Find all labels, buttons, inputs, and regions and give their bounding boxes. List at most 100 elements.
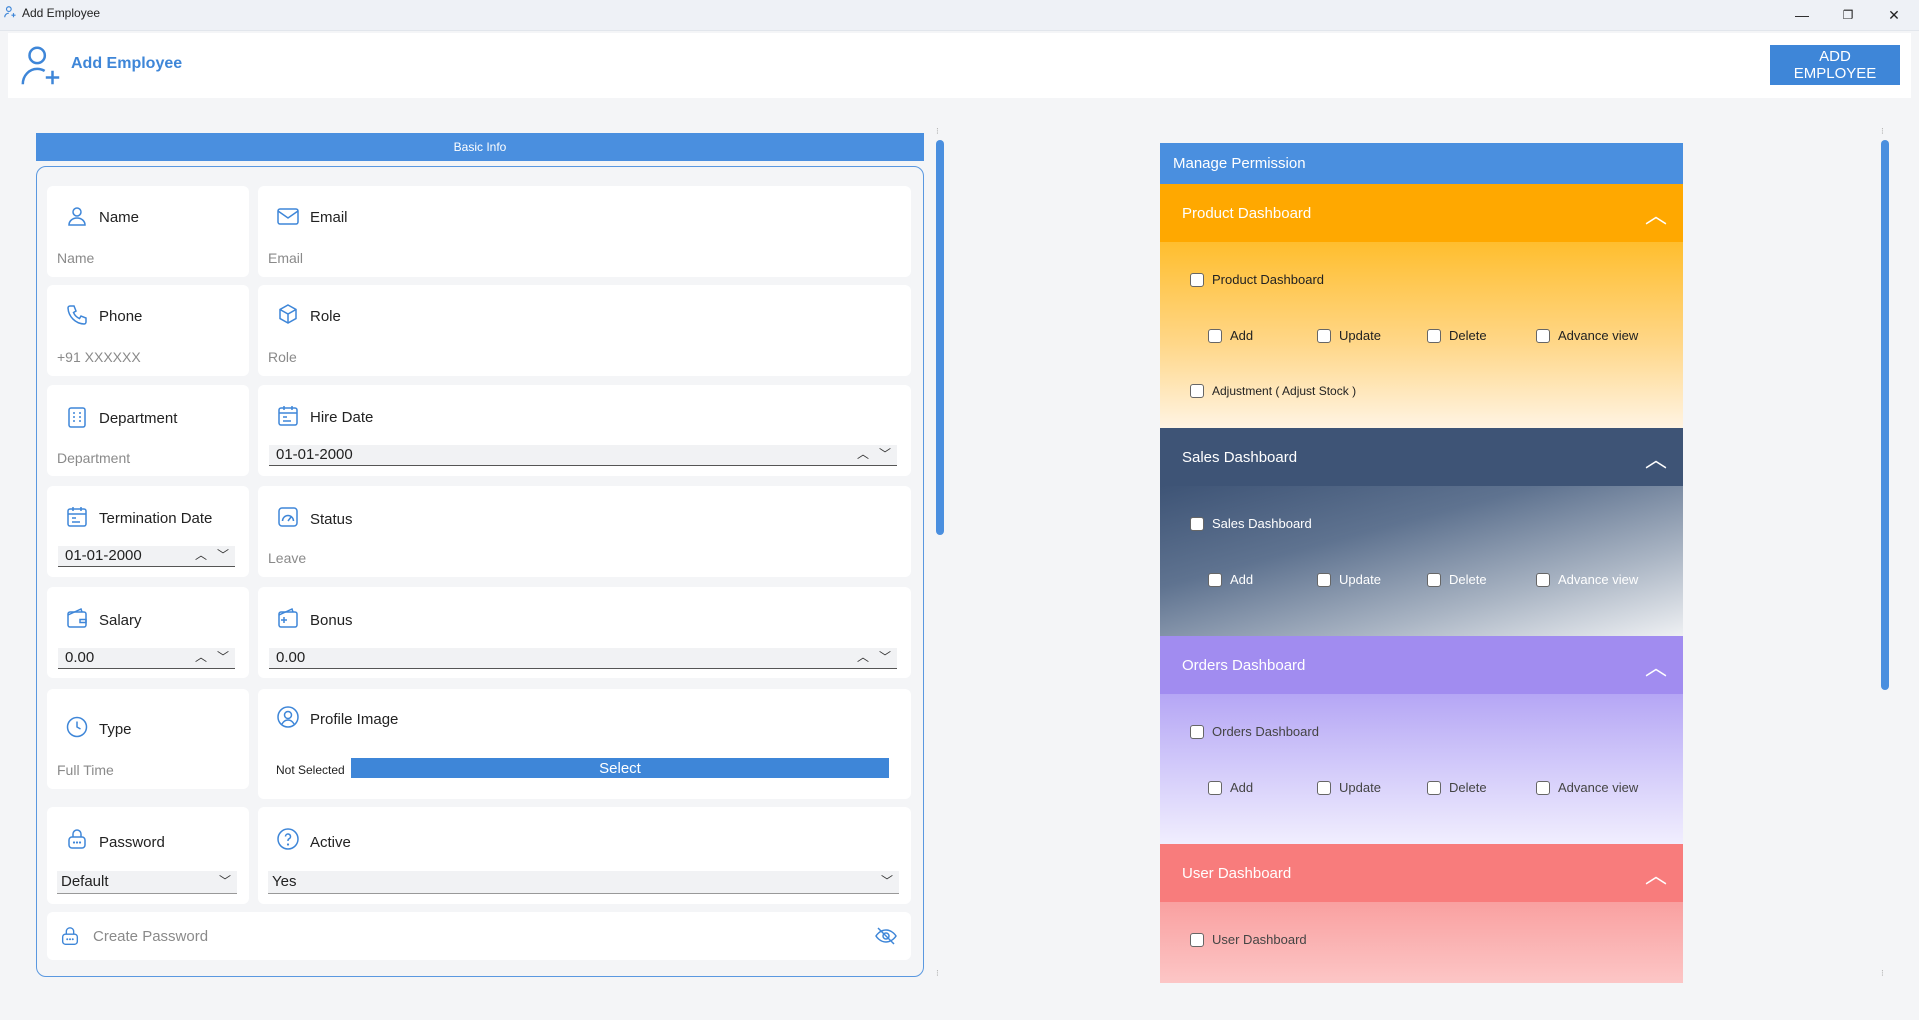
chevron-up-icon[interactable]: ︿ xyxy=(1645,198,1667,230)
role-input[interactable]: Role xyxy=(268,349,297,365)
product-dashboard-header[interactable]: Product Dashboard ︿ xyxy=(1160,184,1683,242)
increment-icon[interactable]: ︿ xyxy=(857,648,869,665)
orders-delete-checkbox[interactable]: Delete xyxy=(1427,780,1487,795)
checkbox-box[interactable] xyxy=(1208,572,1222,587)
termination-date-picker[interactable]: 01-01-2000 ︿ ﹀ xyxy=(58,546,235,567)
email-input[interactable]: Email xyxy=(268,250,303,266)
question-icon xyxy=(277,828,299,850)
checkbox-box[interactable] xyxy=(1190,272,1204,287)
type-input[interactable]: Full Time xyxy=(57,762,114,778)
manage-permission-title: Manage Permission xyxy=(1173,155,1306,172)
product-add-checkbox[interactable]: Add xyxy=(1208,328,1253,343)
checkbox-box[interactable] xyxy=(1317,780,1331,795)
checkbox-box[interactable] xyxy=(1536,328,1550,343)
checkbox-label: Update xyxy=(1339,780,1381,795)
select-image-button[interactable]: Select xyxy=(351,758,889,778)
bonus-value: 0.00 xyxy=(276,649,306,666)
scroll-down-grip[interactable]: ⁝ xyxy=(936,968,939,979)
checkbox-box[interactable] xyxy=(1208,780,1222,795)
checkbox-label: Update xyxy=(1339,328,1381,343)
sales-add-checkbox[interactable]: Add xyxy=(1208,572,1253,587)
checkbox-box[interactable] xyxy=(1427,780,1441,795)
profile-image-status: Not Selected xyxy=(276,763,345,777)
form-scrollbar[interactable] xyxy=(936,140,944,535)
sales-dashboard-header[interactable]: Sales Dashboard ︿ xyxy=(1160,428,1683,486)
create-password-input[interactable]: Create Password xyxy=(93,928,208,945)
hire-date-picker[interactable]: 01-01-2000 ︿ ﹀ xyxy=(269,445,897,466)
person-icon xyxy=(68,207,86,226)
name-input[interactable]: Name xyxy=(57,250,94,266)
profile-image-card: Profile Image Not Selected Select xyxy=(258,689,911,799)
checkbox-box[interactable] xyxy=(1427,328,1441,343)
decrement-icon[interactable]: ﹀ xyxy=(217,648,229,665)
status-input[interactable]: Leave xyxy=(268,550,306,566)
product-advance-view-checkbox[interactable]: Advance view xyxy=(1536,328,1638,343)
permission-scrollbar[interactable] xyxy=(1881,140,1889,690)
department-input[interactable]: Department xyxy=(57,450,130,466)
sales-delete-checkbox[interactable]: Delete xyxy=(1427,572,1487,587)
decrement-icon[interactable]: ﹀ xyxy=(879,445,891,462)
orders-dashboard-body: Orders Dashboard Add Update Delete Advan… xyxy=(1160,694,1683,844)
chevron-up-icon[interactable]: ︿ xyxy=(1645,442,1667,474)
product-adjustment-checkbox[interactable]: Adjustment ( Adjust Stock ) xyxy=(1190,384,1356,398)
phone-input[interactable]: +91 XXXXXX xyxy=(57,349,141,365)
chevron-up-icon[interactable]: ︿ xyxy=(1645,858,1667,890)
active-select[interactable]: Yes ﹀ xyxy=(268,871,899,894)
bonus-input[interactable]: 0.00 ︿ ﹀ xyxy=(269,648,897,669)
checkbox-box[interactable] xyxy=(1190,932,1204,947)
product-update-checkbox[interactable]: Update xyxy=(1317,328,1381,343)
checkbox-box[interactable] xyxy=(1208,328,1222,343)
checkbox-box[interactable] xyxy=(1190,384,1204,398)
sales-update-checkbox[interactable]: Update xyxy=(1317,572,1381,587)
sales-dashboard-checkbox[interactable]: Sales Dashboard xyxy=(1190,516,1312,531)
create-password-card: Create Password xyxy=(47,912,911,960)
checkbox-label: Sales Dashboard xyxy=(1212,516,1312,531)
orders-dashboard-header[interactable]: Orders Dashboard ︿ xyxy=(1160,636,1683,694)
checkbox-label: Update xyxy=(1339,572,1381,587)
basic-info-header: Basic Info xyxy=(36,133,924,161)
product-dashboard-checkbox[interactable]: Product Dashboard xyxy=(1190,272,1324,287)
scroll-up-grip[interactable]: ⁝ xyxy=(936,126,939,137)
salary-input[interactable]: 0.00 ︿ ﹀ xyxy=(58,648,235,669)
orders-update-checkbox[interactable]: Update xyxy=(1317,780,1381,795)
user-dashboard-header[interactable]: User Dashboard ︿ xyxy=(1160,844,1683,902)
maximize-button[interactable]: ❐ xyxy=(1825,0,1871,30)
password-select[interactable]: Default ﹀ xyxy=(57,871,237,894)
product-delete-checkbox[interactable]: Delete xyxy=(1427,328,1487,343)
checkbox-label: Delete xyxy=(1449,328,1487,343)
checkbox-box[interactable] xyxy=(1317,572,1331,587)
password-label: Password xyxy=(99,834,165,851)
minimize-button[interactable]: — xyxy=(1779,0,1825,30)
user-dashboard-checkbox[interactable]: User Dashboard xyxy=(1190,932,1307,947)
close-button[interactable]: ✕ xyxy=(1871,0,1917,30)
termination-date-value: 01-01-2000 xyxy=(65,547,142,564)
orders-dashboard-checkbox[interactable]: Orders Dashboard xyxy=(1190,724,1319,739)
add-employee-button[interactable]: ADD EMPLOYEE xyxy=(1770,45,1900,85)
sales-advance-view-checkbox[interactable]: Advance view xyxy=(1536,572,1638,587)
decrement-icon[interactable]: ﹀ xyxy=(217,546,229,563)
phone-label: Phone xyxy=(99,308,143,325)
increment-icon[interactable]: ︿ xyxy=(195,648,207,665)
scroll-up-grip[interactable]: ⁝ xyxy=(1881,126,1884,137)
status-card: Status Leave xyxy=(258,486,911,577)
scroll-down-grip[interactable]: ⁝ xyxy=(1881,968,1884,979)
orders-add-checkbox[interactable]: Add xyxy=(1208,780,1253,795)
email-card: Email Email xyxy=(258,186,911,277)
checkbox-box[interactable] xyxy=(1536,780,1550,795)
checkbox-label: Delete xyxy=(1449,780,1487,795)
decrement-icon[interactable]: ﹀ xyxy=(879,648,891,665)
chevron-up-icon[interactable]: ︿ xyxy=(1645,650,1667,682)
checkbox-box[interactable] xyxy=(1536,572,1550,587)
sales-dashboard-body: Sales Dashboard Add Update Delete Advanc… xyxy=(1160,486,1683,636)
checkbox-box[interactable] xyxy=(1190,724,1204,739)
eye-off-icon[interactable] xyxy=(873,924,899,948)
checkbox-box[interactable] xyxy=(1317,328,1331,343)
checkbox-box[interactable] xyxy=(1190,516,1204,531)
increment-icon[interactable]: ︿ xyxy=(857,445,869,462)
wallet-icon xyxy=(67,607,87,628)
department-label: Department xyxy=(99,410,178,427)
orders-advance-view-checkbox[interactable]: Advance view xyxy=(1536,780,1638,795)
increment-icon[interactable]: ︿ xyxy=(195,546,207,563)
checkbox-box[interactable] xyxy=(1427,572,1441,587)
salary-value: 0.00 xyxy=(65,649,95,666)
